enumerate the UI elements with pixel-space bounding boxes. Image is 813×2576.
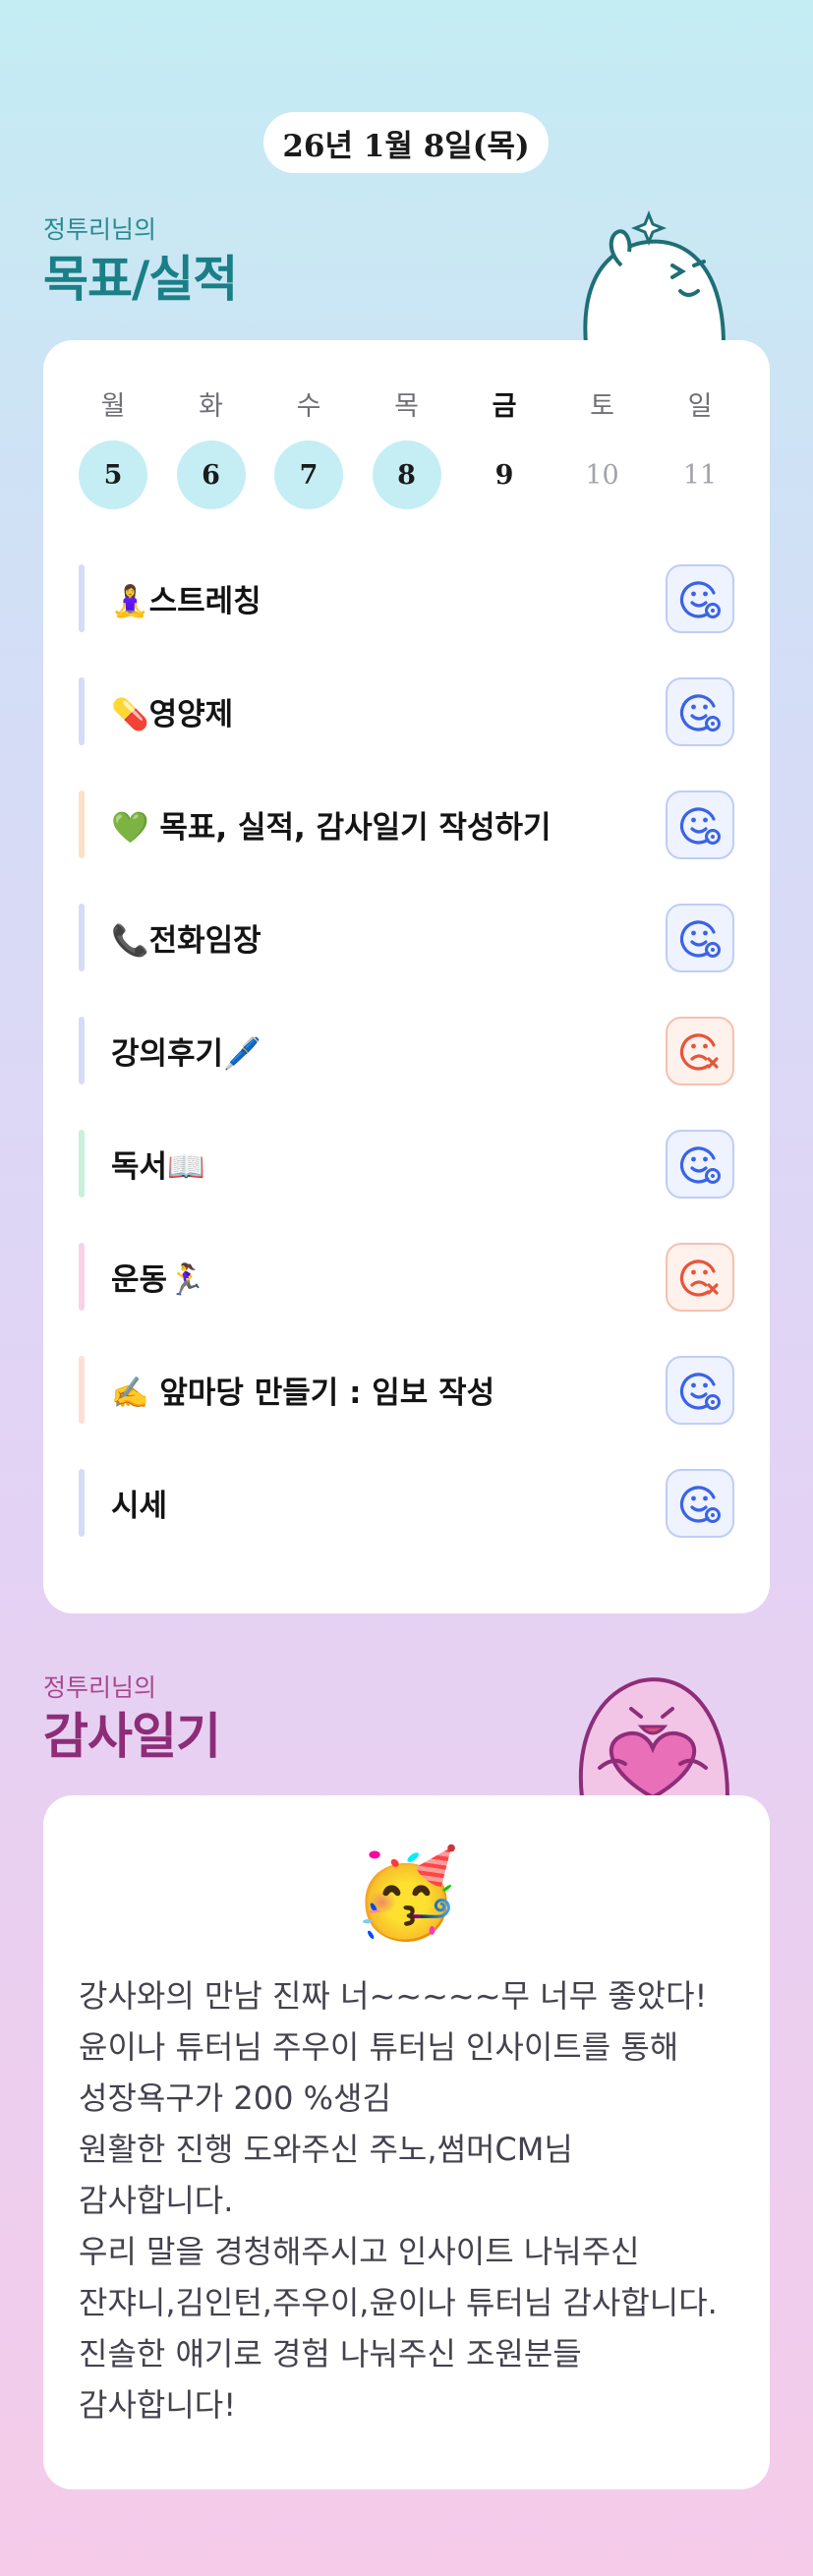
smile-check-icon[interactable] — [666, 903, 734, 972]
ghost-mascot-icon — [576, 206, 733, 344]
goal-accent-bar — [79, 677, 85, 745]
weekday-label: 수 — [296, 391, 321, 422]
date-header: 26년 1월 8일(목) — [263, 112, 549, 173]
goal-item[interactable]: 🧘‍♀️스트레칭 — [79, 563, 734, 633]
date-number: 9 — [494, 459, 514, 491]
week-day-0[interactable]: 월5 — [79, 387, 147, 509]
week-day-2[interactable]: 수7 — [274, 387, 343, 509]
date-number: 8 — [372, 440, 441, 509]
goal-list: 🧘‍♀️스트레칭 💊영양제 💚 목표, 실적, 감사일기 작성하기 📞전화임장강의후기… — [79, 563, 734, 1582]
gratitude-line: 진솔한 얘기로 경험 나눠주신 조원분들 감사합니다! — [79, 2335, 582, 2424]
gratitude-line: 강사와의 만남 진짜 너~~~~~무 너무 좋았다! — [79, 1977, 708, 2015]
date-number: 7 — [274, 440, 343, 509]
goal-item[interactable]: 💊영양제 — [79, 676, 734, 746]
week-day-4[interactable]: 금9 — [470, 387, 539, 509]
goal-section-title: 목표/실적 — [43, 251, 238, 308]
goal-label: 💚 목표, 실적, 감사일기 작성하기 — [111, 810, 552, 846]
goal-item[interactable]: 📞전화임장 — [79, 903, 734, 972]
goal-label: 독서📖 — [111, 1149, 205, 1185]
smile-check-icon[interactable] — [666, 1468, 734, 1538]
smile-check-icon[interactable] — [666, 1129, 734, 1199]
smile-check-icon[interactable] — [666, 676, 734, 746]
sad-x-icon[interactable] — [666, 1242, 734, 1312]
gratitude-section-title: 감사일기 — [43, 1708, 221, 1765]
gratitude-text: 강사와의 만남 진짜 너~~~~~무 너무 좋았다! 윤이나 튜터님 주우이 튜터… — [79, 1970, 737, 2430]
goal-item[interactable]: 운동🏃‍♀️ — [79, 1242, 734, 1312]
goal-accent-bar — [79, 1017, 85, 1084]
weekday-label: 일 — [687, 391, 713, 422]
week-day-6[interactable]: 일 11 — [666, 387, 734, 509]
goal-accent-bar — [79, 1130, 85, 1198]
goal-label: 📞전화임장 — [111, 923, 261, 959]
goal-item[interactable]: 시세 — [79, 1468, 734, 1538]
sad-x-icon[interactable] — [666, 1016, 734, 1085]
goal-accent-bar — [79, 564, 85, 632]
date-number: 10 — [585, 459, 619, 491]
goal-label: 강의후기🖊️ — [111, 1036, 261, 1072]
heart-mascot-icon — [570, 1666, 737, 1797]
gratitude-line: 윤이나 튜터님 주우이 튜터님 인사이트를 통해 성장욕구가 200 %생김 — [79, 2028, 679, 2117]
goal-label: 시세 — [111, 1489, 168, 1524]
goal-accent-bar — [79, 1469, 85, 1537]
gratitude-line: 원활한 진행 도와주신 주노,썸머CM님 감사합니다. — [79, 2131, 573, 2219]
date-number: 11 — [682, 459, 718, 491]
goal-label: ✍️ 앞마당 만들기 : 임보 작성 — [111, 1376, 495, 1411]
weekday-label: 목 — [394, 391, 419, 422]
week-calendar: 월 5 화 6 수 7 목 8 금 9 토 10 일 11 — [79, 387, 734, 509]
date-number: 6 — [176, 440, 246, 509]
date-number: 5 — [79, 440, 147, 509]
goal-accent-bar — [79, 1356, 85, 1424]
week-day-5[interactable]: 토 10 — [568, 387, 637, 509]
smile-check-icon[interactable] — [666, 563, 734, 633]
gratitude-line: 우리 말을 경청해주시고 인사이트 나눠주신 잔쟈니,김인턴,주우이,윤이나 튜… — [79, 2233, 718, 2321]
smile-check-icon[interactable] — [666, 790, 734, 859]
goal-accent-bar — [79, 1243, 85, 1311]
goal-item[interactable]: 강의후기🖊️ — [79, 1016, 734, 1085]
goal-item[interactable]: 독서📖 — [79, 1129, 734, 1199]
goal-accent-bar — [79, 904, 85, 971]
weekday-label: 토 — [590, 391, 614, 422]
goal-label: 💊영양제 — [111, 697, 234, 732]
goal-item[interactable]: ✍️ 앞마당 만들기 : 임보 작성 — [79, 1355, 734, 1425]
party-face-icon: 🥳 — [352, 1843, 461, 1944]
week-day-1[interactable]: 화6 — [176, 387, 246, 509]
gratitude-card: 🥳 강사와의 만남 진짜 너~~~~~무 너무 좋았다! 윤이나 튜터님 주우이 … — [43, 1795, 770, 2489]
weekday-label: 월 — [100, 391, 126, 422]
goal-accent-bar — [79, 790, 85, 858]
goal-label: 운동🏃‍♀️ — [111, 1262, 205, 1298]
goal-label: 🧘‍♀️스트레칭 — [111, 584, 261, 619]
weekday-label: 화 — [199, 391, 223, 422]
week-day-3[interactable]: 목8 — [372, 387, 441, 509]
smile-check-icon[interactable] — [666, 1355, 734, 1425]
goal-item[interactable]: 💚 목표, 실적, 감사일기 작성하기 — [79, 790, 734, 859]
goal-card: 월 5 화 6 수 7 목 8 금 9 토 10 일 11 🧘‍♀️스트레칭 💊영양제 💚 목표, 실적, 감… — [43, 340, 770, 1613]
weekday-label: 금 — [492, 391, 517, 422]
